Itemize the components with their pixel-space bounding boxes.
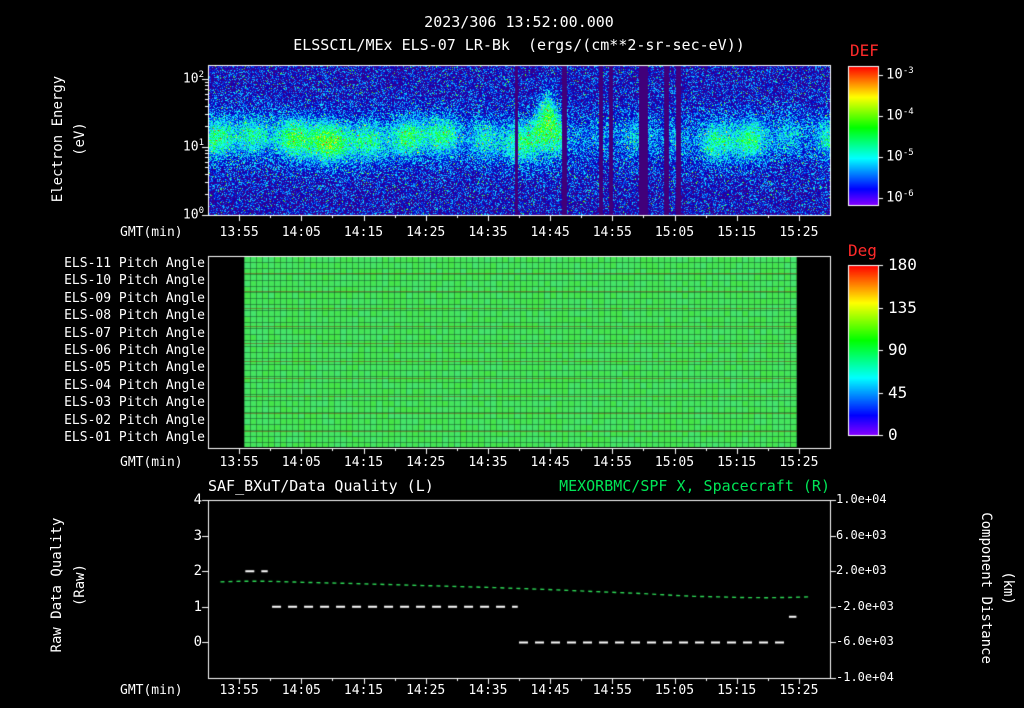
spectrogram-y-axis-units: (eV) <box>71 122 88 156</box>
x-tick-label: 13:55 <box>219 683 259 698</box>
pitch-row-label: ELS-10 Pitch Angle <box>64 273 205 289</box>
x-tick-label: 14:25 <box>406 455 446 470</box>
x-tick-label: 15:25 <box>779 683 819 698</box>
distance-y-tick-label: 2.0e+03 <box>836 563 887 578</box>
x-tick-label: 14:55 <box>592 683 632 698</box>
pitch-row-label: ELS-11 Pitch Angle <box>64 255 205 271</box>
spectrogram-y-tick-label: 101 <box>182 137 204 155</box>
x-tick-label: 15:25 <box>779 455 819 470</box>
x-tick-label: 14:45 <box>530 455 570 470</box>
def-colorbar-title: DEF <box>850 41 879 60</box>
x-tick-label: 14:45 <box>530 683 570 698</box>
x-tick-label: 15:05 <box>654 455 695 470</box>
def-colorbar-tick-label: 10-6 <box>886 189 914 206</box>
distance-y-axis-units: (km) <box>1000 571 1017 605</box>
quality-y-axis-label: Raw Data Quality <box>48 517 65 653</box>
distance-y-tick-label: -1.0e+04 <box>836 670 894 684</box>
pitch-row-label: ELS-07 Pitch Angle <box>64 325 205 341</box>
x-tick-label: 14:05 <box>281 225 321 240</box>
quality-y-axis-units: (Raw) <box>71 563 88 607</box>
distance-y-tick-label: -2.0e+03 <box>836 598 894 613</box>
pitch-row-label: ELS-01 Pitch Angle <box>64 430 205 446</box>
quality-y-tick-label: 2 <box>193 563 202 580</box>
gmt-label-spectrogram: GMT(min) <box>120 225 183 240</box>
x-tick-label: 15:15 <box>717 225 757 240</box>
quality-y-tick-label: 4 <box>193 492 202 508</box>
x-tick-label: 14:15 <box>343 225 384 240</box>
x-tick-label: 15:05 <box>654 225 695 240</box>
def-colorbar-tick-label: 10-5 <box>886 148 914 165</box>
x-tick-label: 14:05 <box>281 683 321 698</box>
deg-colorbar-tick-label: 45 <box>888 382 908 402</box>
spectrogram-y-tick-label: 102 <box>182 69 204 86</box>
x-tick-label: 14:25 <box>406 683 446 698</box>
def-colorbar-tick-label: 10-4 <box>886 107 914 124</box>
spectrogram-y-tick-label: 100 <box>182 206 204 223</box>
quality-y-tick-label: 3 <box>193 527 202 544</box>
deg-colorbar-tick-label: 180 <box>888 255 917 274</box>
x-tick-label: 14:15 <box>343 683 384 698</box>
right-axis-series-title: MEXORBMC/SPF X, Spacecraft (R) <box>559 477 830 495</box>
timestamp-title: 2023/306 13:52:00.000 <box>424 13 614 31</box>
pitch-row-label: ELS-04 Pitch Angle <box>64 377 205 393</box>
x-tick-label: 14:55 <box>592 455 632 470</box>
spectrogram-y-axis-label: Electron Energy <box>49 75 66 203</box>
plot-subtitle: ELSSCIL/MEx ELS-07 LR-Bk (ergs/(cm**2-sr… <box>293 36 745 54</box>
x-tick-label: 14:15 <box>343 455 384 470</box>
quality-y-tick-label: 0 <box>193 634 202 651</box>
x-tick-label: 13:55 <box>219 225 259 240</box>
distance-y-axis-label: Component Distance <box>978 512 995 664</box>
distance-y-tick-label: -6.0e+03 <box>836 634 894 649</box>
x-tick-label: 13:55 <box>219 455 259 470</box>
x-tick-label: 14:05 <box>281 455 321 470</box>
x-tick-label: 14:55 <box>592 225 632 240</box>
deg-colorbar-tick-label: 0 <box>888 425 898 444</box>
pitch-row-label: ELS-06 Pitch Angle <box>64 342 205 358</box>
deg-colorbar-title: Deg <box>848 241 877 260</box>
x-tick-label: 15:25 <box>779 225 819 240</box>
deg-colorbar-tick-label: 90 <box>888 340 908 359</box>
def-colorbar-tick-label: 10-3 <box>886 66 914 83</box>
x-tick-label: 14:35 <box>468 683 508 698</box>
pitch-row-label: ELS-02 Pitch Angle <box>64 412 205 428</box>
x-tick-label: 15:05 <box>654 683 695 698</box>
gmt-label-pitch: GMT(min) <box>120 455 183 470</box>
x-tick-label: 14:35 <box>468 225 508 240</box>
distance-y-tick-label: 1.0e+04 <box>836 492 887 506</box>
deg-colorbar-tick-label: 135 <box>888 297 917 317</box>
x-tick-label: 14:25 <box>406 225 446 240</box>
left-axis-series-title: SAF_BXuT/Data Quality (L) <box>208 477 434 495</box>
distance-y-tick-label: 6.0e+03 <box>836 527 887 542</box>
pitch-row-label: ELS-08 Pitch Angle <box>64 308 205 324</box>
quality-y-tick-label: 1 <box>193 598 202 615</box>
x-tick-label: 15:15 <box>717 455 757 470</box>
pitch-row-label: ELS-09 Pitch Angle <box>64 290 205 306</box>
science-plot-screen: 2023/306 13:52:00.000 ELSSCIL/MEx ELS-07… <box>0 0 1024 708</box>
x-tick-label: 14:45 <box>530 225 570 240</box>
x-tick-label: 15:15 <box>717 683 757 698</box>
pitch-row-label: ELS-03 Pitch Angle <box>64 395 205 411</box>
gmt-label-bottom: GMT(min) <box>120 683 183 698</box>
x-tick-label: 14:35 <box>468 455 508 470</box>
pitch-row-label: ELS-05 Pitch Angle <box>64 360 205 376</box>
